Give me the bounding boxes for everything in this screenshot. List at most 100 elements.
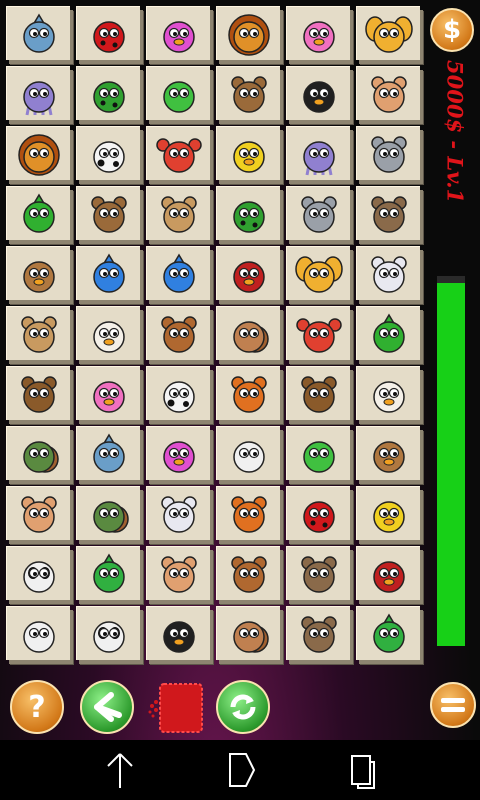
elephant-icon bbox=[300, 195, 337, 233]
tile-snail[interactable] bbox=[216, 606, 280, 660]
tile-ladybug[interactable] bbox=[76, 6, 140, 60]
buffalo-icon bbox=[300, 375, 337, 413]
dolphin-icon bbox=[92, 433, 125, 473]
tile-lion[interactable] bbox=[216, 6, 280, 60]
tile-frog-spotted[interactable] bbox=[76, 66, 140, 120]
tile-buffalo[interactable] bbox=[6, 366, 70, 420]
tile-pink-pig[interactable] bbox=[146, 426, 210, 480]
score-text: 5000$ - Lv.1 bbox=[442, 60, 468, 204]
tile-crab[interactable] bbox=[146, 126, 210, 180]
tile-elephant[interactable] bbox=[286, 186, 350, 240]
tile-crab[interactable] bbox=[286, 306, 350, 360]
tile-panda[interactable] bbox=[6, 546, 70, 600]
tile-fish[interactable] bbox=[76, 246, 140, 300]
tile-elephant[interactable] bbox=[356, 126, 420, 180]
owl-icon bbox=[230, 555, 267, 593]
tile-rabbit[interactable] bbox=[356, 246, 420, 300]
tile-bear[interactable] bbox=[216, 66, 280, 120]
tile-turtle[interactable] bbox=[6, 426, 70, 480]
tile-turtle[interactable] bbox=[76, 486, 140, 540]
tile-camel[interactable] bbox=[6, 306, 70, 360]
penguin-icon bbox=[302, 80, 335, 113]
tile-duck[interactable] bbox=[356, 486, 420, 540]
chicken-icon bbox=[372, 440, 405, 473]
tile-duck[interactable] bbox=[216, 126, 280, 180]
tile-lizard[interactable] bbox=[76, 546, 140, 600]
back-button[interactable] bbox=[80, 680, 134, 734]
tile-dog[interactable] bbox=[286, 546, 350, 600]
tile-dolphin[interactable] bbox=[6, 6, 70, 60]
tile-flamingo[interactable] bbox=[76, 366, 140, 420]
dragon-icon bbox=[22, 193, 55, 233]
tile-parrot[interactable] bbox=[216, 246, 280, 300]
tile-panda[interactable] bbox=[76, 606, 140, 660]
tile-dog[interactable] bbox=[286, 606, 350, 660]
turtle-icon bbox=[22, 440, 59, 473]
tile-dog[interactable] bbox=[356, 186, 420, 240]
tile-cow[interactable] bbox=[76, 126, 140, 180]
tile-cat[interactable] bbox=[356, 66, 420, 120]
tile-fox[interactable] bbox=[216, 486, 280, 540]
buffalo-icon bbox=[20, 375, 57, 413]
tile-cat[interactable] bbox=[6, 486, 70, 540]
tile-parrot[interactable] bbox=[356, 546, 420, 600]
tile-fish[interactable] bbox=[146, 246, 210, 300]
tile-penguin[interactable] bbox=[146, 606, 210, 660]
frog-spotted-icon bbox=[232, 200, 265, 233]
turtle-icon bbox=[92, 500, 129, 533]
chicken-icon bbox=[22, 260, 55, 293]
tile-lion[interactable] bbox=[6, 126, 70, 180]
tile-rabbit[interactable] bbox=[146, 486, 210, 540]
shuffle-button[interactable] bbox=[216, 680, 270, 734]
bomb-button[interactable] bbox=[146, 680, 206, 736]
tile-sheep[interactable] bbox=[6, 606, 70, 660]
tile-bear[interactable] bbox=[76, 186, 140, 240]
tile-fox[interactable] bbox=[216, 366, 280, 420]
pink-pig-icon bbox=[162, 20, 195, 53]
tile-frog[interactable] bbox=[146, 66, 210, 120]
fish-icon bbox=[162, 253, 195, 293]
bear-icon bbox=[230, 75, 267, 113]
tile-flamingo[interactable] bbox=[286, 6, 350, 60]
nav-home-icon[interactable] bbox=[220, 748, 264, 792]
tile-lizard[interactable] bbox=[356, 606, 420, 660]
tile-dragon[interactable] bbox=[356, 306, 420, 360]
tile-chicken[interactable] bbox=[356, 426, 420, 480]
tile-butterfly[interactable] bbox=[356, 6, 420, 60]
tile-owl[interactable] bbox=[146, 306, 210, 360]
tile-penguin[interactable] bbox=[286, 66, 350, 120]
tile-ladybug[interactable] bbox=[286, 486, 350, 540]
tile-jellyfish[interactable] bbox=[6, 66, 70, 120]
tile-pink-pig[interactable] bbox=[146, 6, 210, 60]
tile-camel[interactable] bbox=[146, 186, 210, 240]
game-screen: $ 5000$ - Lv.1 ? bbox=[0, 0, 480, 740]
tile-buffalo[interactable] bbox=[286, 366, 350, 420]
sheep-icon bbox=[232, 440, 265, 473]
lion-icon bbox=[227, 13, 270, 56]
nav-back-icon[interactable] bbox=[98, 748, 142, 792]
lizard-icon bbox=[372, 613, 405, 653]
menu-button[interactable] bbox=[430, 682, 476, 728]
tile-cat[interactable] bbox=[146, 546, 210, 600]
frog-spotted-icon bbox=[92, 80, 125, 113]
nav-recent-apps-icon[interactable] bbox=[342, 748, 386, 792]
jellyfish-icon bbox=[22, 80, 55, 115]
cat-icon bbox=[20, 495, 57, 533]
hint-button[interactable]: ? bbox=[10, 680, 64, 734]
tile-frog[interactable] bbox=[286, 426, 350, 480]
dog-icon bbox=[300, 615, 337, 653]
tile-sheep[interactable] bbox=[216, 426, 280, 480]
rooster-icon bbox=[92, 320, 125, 353]
tile-rooster[interactable] bbox=[356, 366, 420, 420]
tile-owl[interactable] bbox=[216, 546, 280, 600]
tile-jellyfish[interactable] bbox=[286, 126, 350, 180]
tile-dragon[interactable] bbox=[6, 186, 70, 240]
tile-snail[interactable] bbox=[216, 306, 280, 360]
tile-dolphin[interactable] bbox=[76, 426, 140, 480]
coin-button[interactable]: $ bbox=[430, 8, 474, 52]
tile-cow[interactable] bbox=[146, 366, 210, 420]
tile-butterfly[interactable] bbox=[286, 246, 350, 300]
tile-frog-spotted[interactable] bbox=[216, 186, 280, 240]
tile-chicken[interactable] bbox=[6, 246, 70, 300]
tile-rooster[interactable] bbox=[76, 306, 140, 360]
